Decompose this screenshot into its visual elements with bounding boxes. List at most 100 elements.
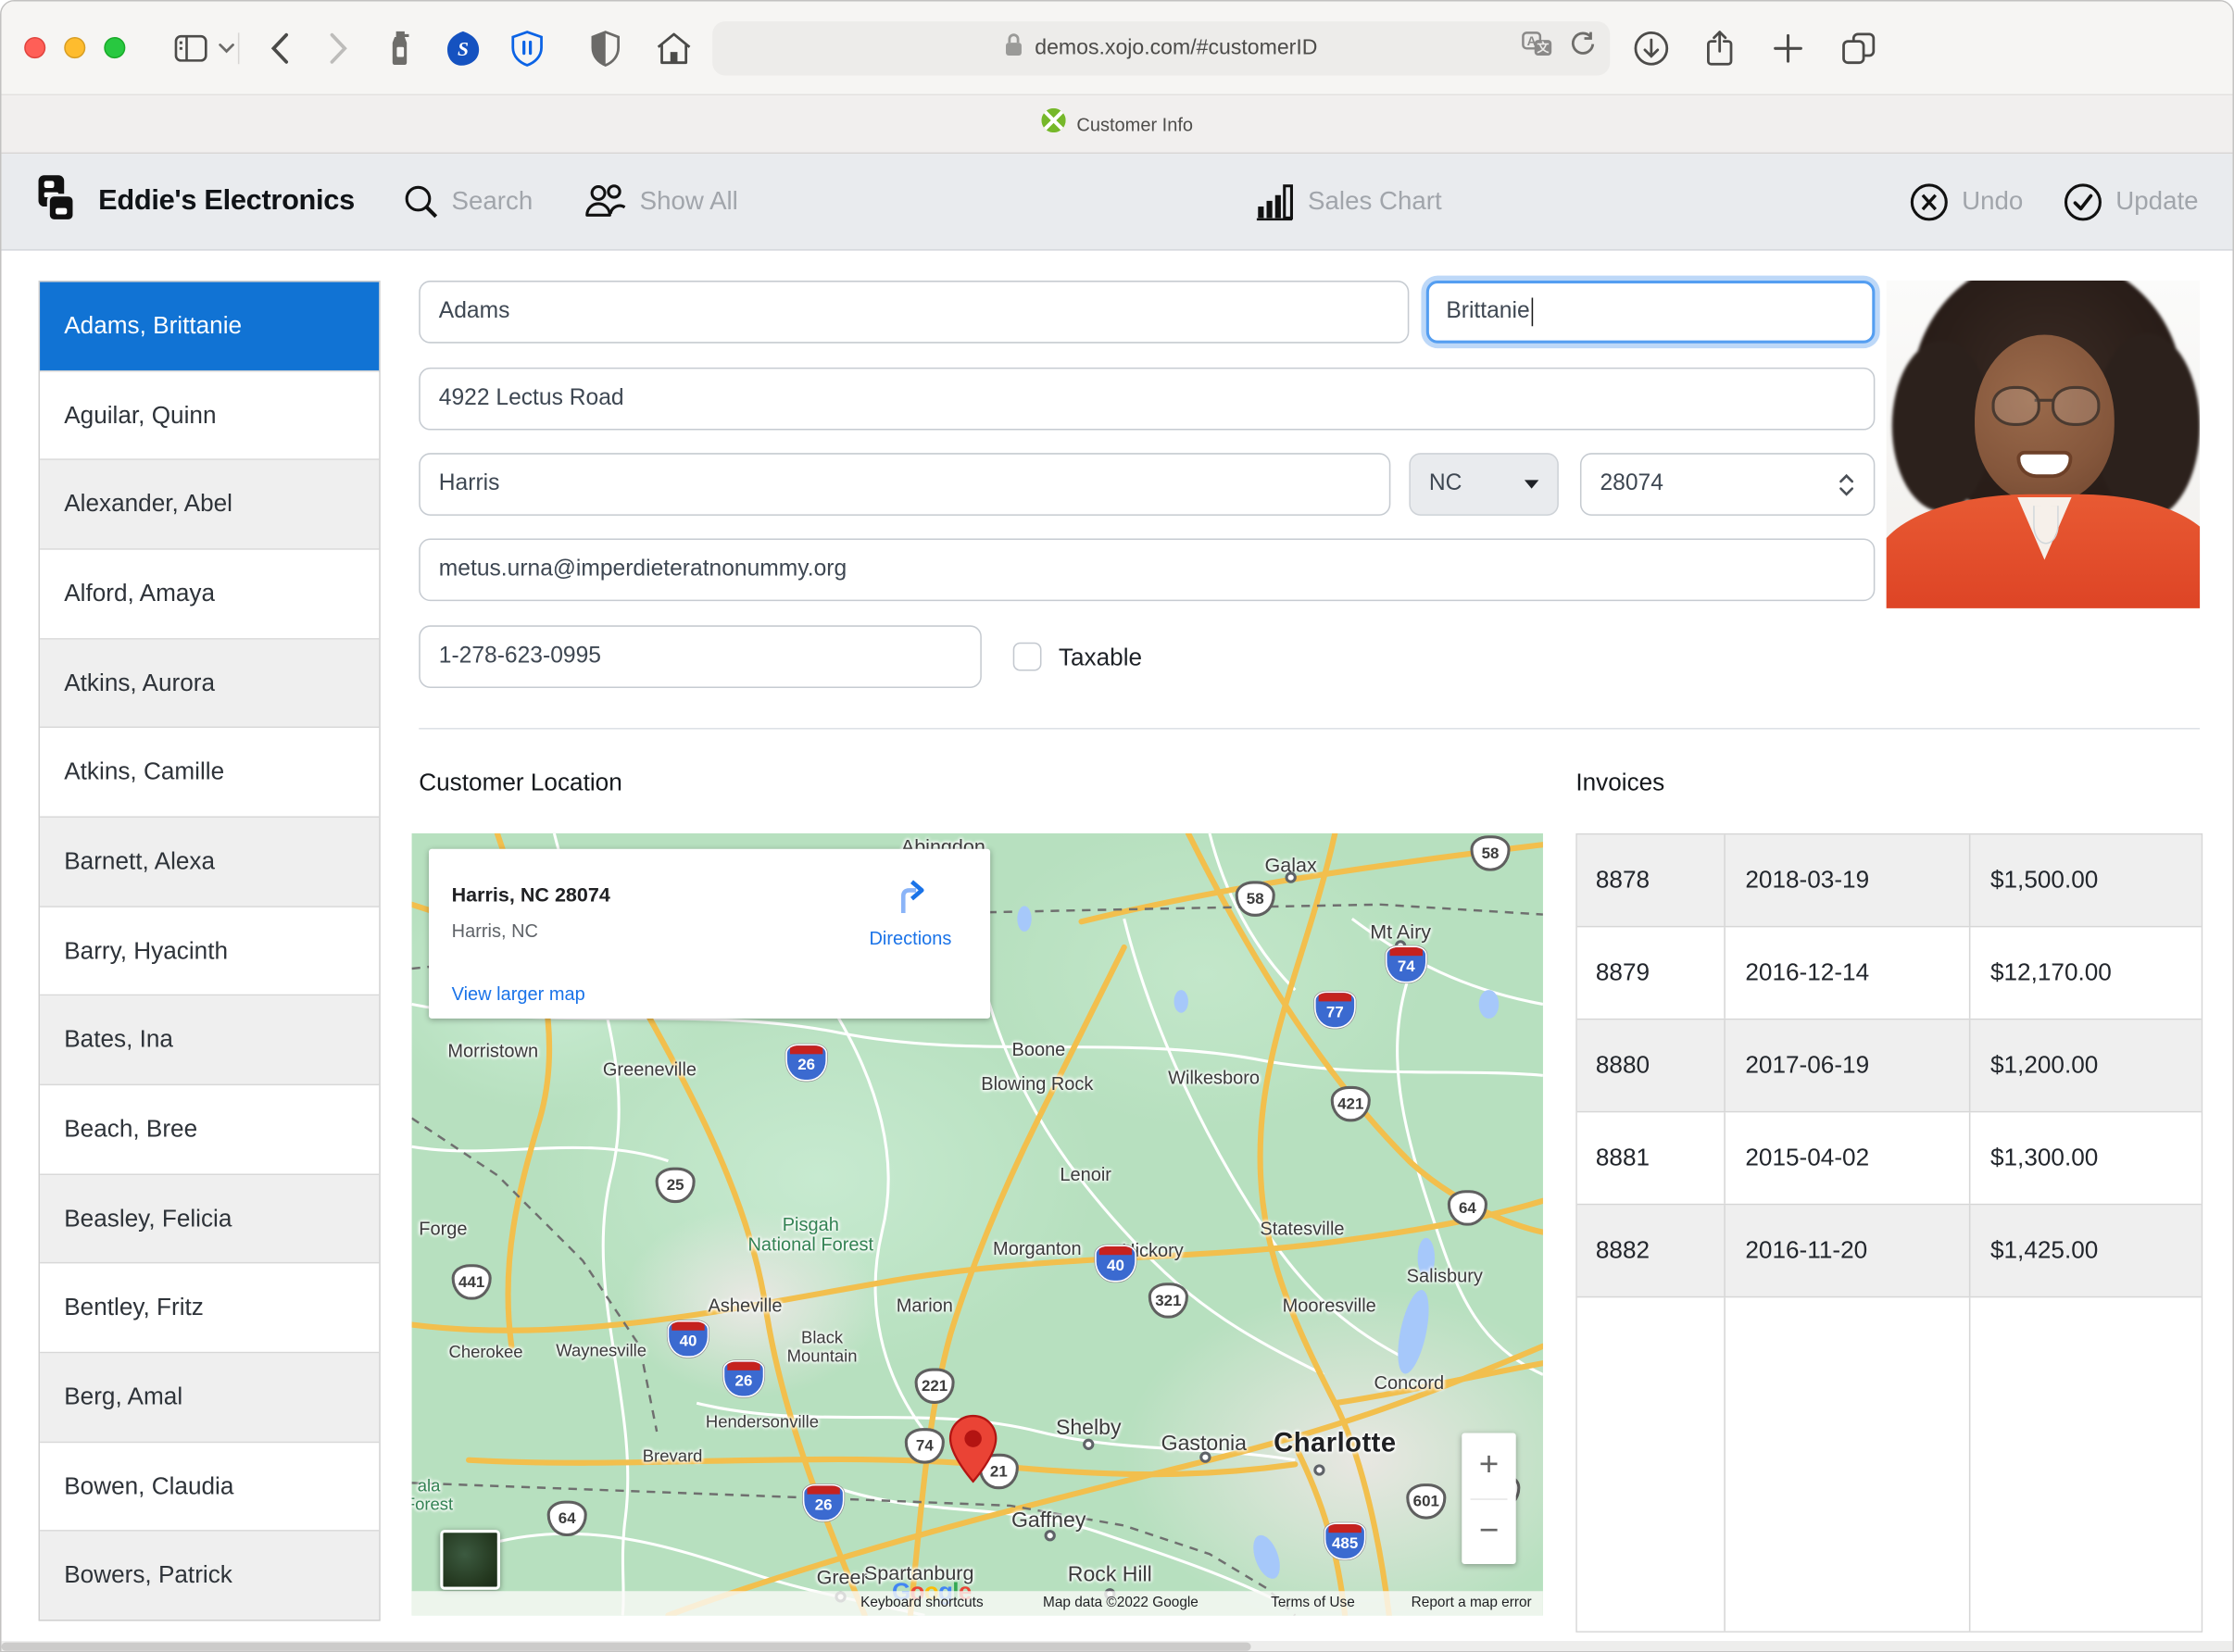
sidebar-chevron-icon[interactable] [218,42,234,53]
tab-overview-button[interactable] [1840,31,1876,65]
forward-button[interactable] [329,32,347,64]
chevron-down-icon [1525,480,1538,488]
window-controls [24,37,125,58]
sales-chart-label: Sales Chart [1308,187,1442,217]
map-card-title: Harris, NC 28074 [452,883,610,907]
lock-icon [1005,32,1023,62]
share-button[interactable] [1704,30,1736,67]
map-label: Mooresville [1283,1296,1376,1317]
map-label: Black Mountain [787,1329,858,1367]
update-button[interactable]: Update [2063,181,2198,221]
last-name-field[interactable]: Adams [419,281,1409,344]
browser-window: S demos.xojo.com/#customerID A文 [0,0,2234,1652]
customer-list-item[interactable]: Barry, Hyacinth [40,907,379,995]
privacy-shield-extension-icon[interactable] [510,30,545,67]
report-map-error-link[interactable]: Report a map error [1412,1596,1532,1611]
directions-button[interactable]: Directions [868,878,953,949]
view-larger-map-link[interactable]: View larger map [452,982,585,1004]
reload-icon[interactable] [1570,31,1596,64]
search-button[interactable]: Search [403,183,533,219]
customer-list-item[interactable]: Alford, Amaya [40,550,379,639]
route-shield: 485 [1324,1522,1366,1559]
customer-list-item[interactable]: Atkins, Aurora [40,639,379,728]
customer-list-item[interactable]: Beasley, Felicia [40,1175,379,1264]
invoice-empty-area [1577,1297,2202,1631]
map-label: Morristown [447,1041,538,1061]
s-extension-icon[interactable]: S [445,30,482,67]
map-attribution-bar: Keyboard shortcuts Map data ©2022 Google… [412,1591,1543,1615]
address-bar[interactable]: demos.xojo.com/#customerID A文 [712,20,1610,74]
customer-list-item[interactable]: Bentley, Fritz [40,1264,379,1353]
customer-list-item[interactable]: Adams, Brittanie [40,282,379,371]
tab-bar: Customer Info [2,95,2233,154]
customer-location-heading: Customer Location [419,770,621,798]
route-shield: 40 [668,1320,709,1358]
minimize-window-button[interactable] [64,37,85,58]
map-label: Hendersonville [706,1413,819,1432]
shield-extension-icon[interactable] [590,30,621,67]
invoice-row[interactable]: 88802017-06-19$1,200.00 [1577,1020,2202,1112]
route-shield: 74 [1386,945,1427,982]
map-label: Wilkesboro [1168,1069,1260,1089]
customer-list-item[interactable]: Bowen, Claudia [40,1443,379,1532]
url-text: demos.xojo.com/#customerID [1035,35,1317,59]
invoice-row[interactable]: 88822016-11-20$1,425.00 [1577,1205,2202,1297]
customer-list-item[interactable]: Beach, Bree [40,1085,379,1174]
invoice-row[interactable]: 88792016-12-14$12,170.00 [1577,927,2202,1020]
state-select[interactable]: NC [1409,453,1559,516]
phone-field[interactable]: 1-278-623-0995 [419,625,982,688]
scrollbar-thumb[interactable] [2,1643,1251,1651]
customer-list-item[interactable]: Bowers, Patrick [40,1532,379,1620]
translate-icon[interactable]: A文 [1522,31,1553,64]
horizontal-scrollbar[interactable] [2,1641,2233,1652]
invoice-id-cell: 8880 [1577,1020,1726,1110]
downloads-button[interactable] [1633,30,1670,67]
customer-list-item[interactable]: Barnett, Alexa [40,818,379,907]
new-tab-button[interactable] [1773,32,1804,64]
invoice-row[interactable]: 88812015-04-02$1,300.00 [1577,1112,2202,1205]
customer-list-item[interactable]: Alexander, Abel [40,460,379,549]
map-city-dot [1199,1451,1211,1462]
invoice-id-cell: 8878 [1577,834,1726,925]
zoom-in-button[interactable]: + [1462,1433,1515,1497]
invoice-row[interactable]: 88782018-03-19$1,500.00 [1577,834,2202,927]
undo-button[interactable]: Undo [1909,181,2023,221]
close-window-button[interactable] [24,37,45,58]
zoom-out-button[interactable]: − [1462,1499,1515,1564]
stepper-arrows-icon[interactable] [1838,472,1854,496]
first-name-field[interactable]: Brittanie [1426,281,1876,344]
fullscreen-window-button[interactable] [104,37,125,58]
zip-stepper[interactable]: 28074 [1580,453,1875,516]
sales-chart-button[interactable]: Sales Chart [1257,183,1442,220]
zip-value: 28074 [1600,471,1663,497]
customer-list-item[interactable]: Aguilar, Quinn [40,371,379,460]
home-button[interactable] [656,31,693,65]
sidebar-toggle-icon[interactable] [174,33,208,62]
map-label: Blowing Rock [981,1074,1093,1095]
satellite-view-toggle[interactable] [440,1530,500,1590]
map-label: Brevard [643,1447,703,1466]
customer-list-item[interactable]: Atkins, Camille [40,729,379,818]
terms-of-use-link[interactable]: Terms of Use [1271,1596,1355,1611]
email-field[interactable]: metus.urna@imperdieteratnonummy.org [419,538,1875,601]
first-name-value: Brittanie [1446,299,1529,325]
toolbar-divider [238,32,240,64]
route-shield: 26 [785,1045,827,1082]
invoice-amount-cell: $1,300.00 [1970,1112,2201,1203]
invoices-table: 88782018-03-19$1,500.0088792016-12-14$12… [1575,833,2203,1633]
city-field[interactable]: Harris [419,453,1390,516]
customer-list-item[interactable]: Bates, Ina [40,996,379,1085]
cleaner-extension-icon[interactable] [387,30,413,67]
keyboard-shortcuts-link[interactable]: Keyboard shortcuts [860,1596,984,1611]
address-field[interactable]: 4922 Lectus Road [419,368,1875,431]
taxable-checkbox[interactable] [1013,643,1042,671]
google-map[interactable]: AbingdonGalaxMt AiryMorristownGreenevill… [412,833,1543,1616]
customer-list-item[interactable]: Berg, Amal [40,1353,379,1442]
map-pin-icon[interactable] [948,1415,997,1491]
show-all-button[interactable]: Show All [584,183,738,220]
customer-photo [1887,281,2200,608]
invoice-id-cell: 8881 [1577,1112,1726,1203]
tab-customer-info[interactable]: Customer Info [1076,113,1193,134]
invoice-amount-cell: $1,500.00 [1970,834,2201,925]
back-button[interactable] [270,32,289,64]
